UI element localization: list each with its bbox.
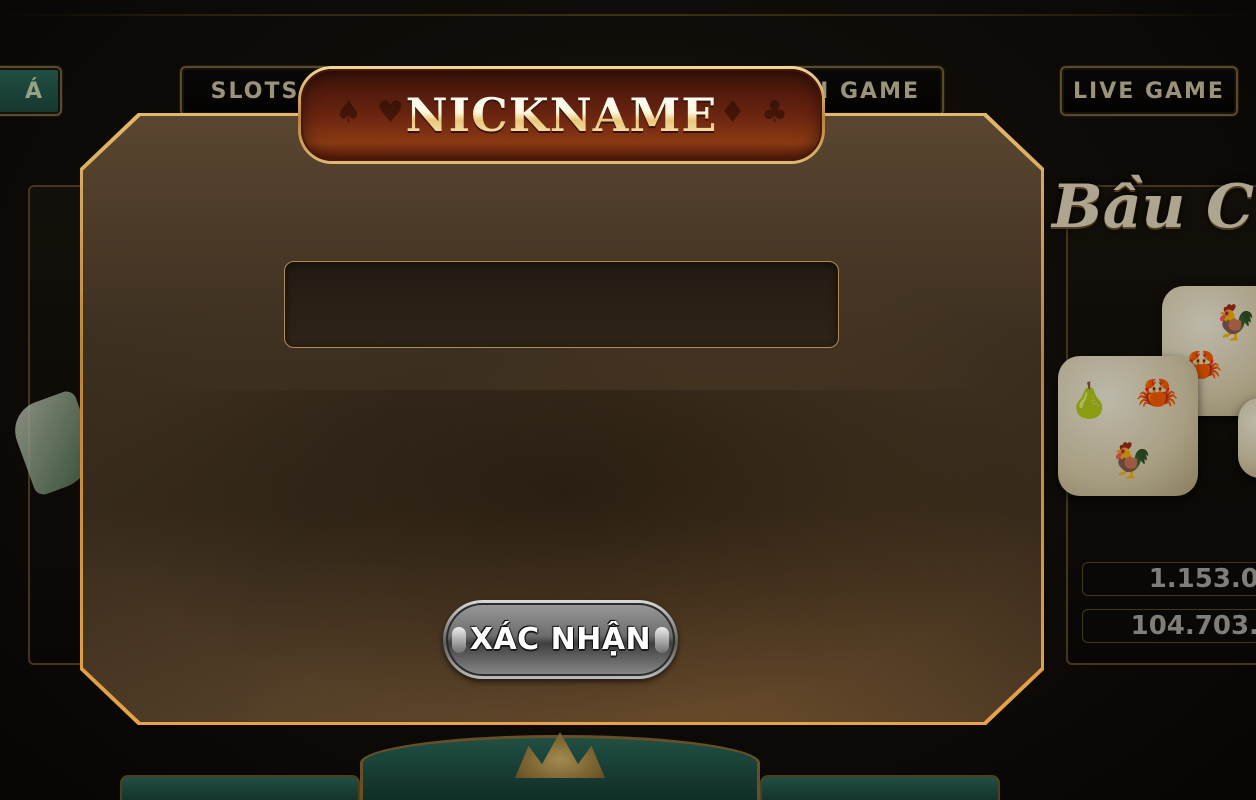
dialog-title: NICKNAME: [405, 88, 718, 142]
club-icon: ♣: [761, 95, 788, 130]
diamond-icon: ♦: [719, 95, 746, 130]
confirm-label: XÁC NHẬN: [469, 622, 652, 657]
heart-icon: ♥: [377, 95, 404, 130]
dialog-header-inner: ♠ ♥ NICKNAME ♦ ♣: [301, 69, 822, 161]
button-cap-right: [655, 626, 669, 653]
spade-icon: ♠: [335, 95, 362, 130]
button-cap-left: [452, 626, 466, 653]
dialog-header: ♠ ♥ NICKNAME ♦ ♣: [298, 66, 825, 164]
confirm-button[interactable]: XÁC NHẬN: [443, 600, 678, 679]
nickname-input[interactable]: [284, 261, 839, 348]
confirm-button-face: XÁC NHẬN: [446, 603, 675, 676]
